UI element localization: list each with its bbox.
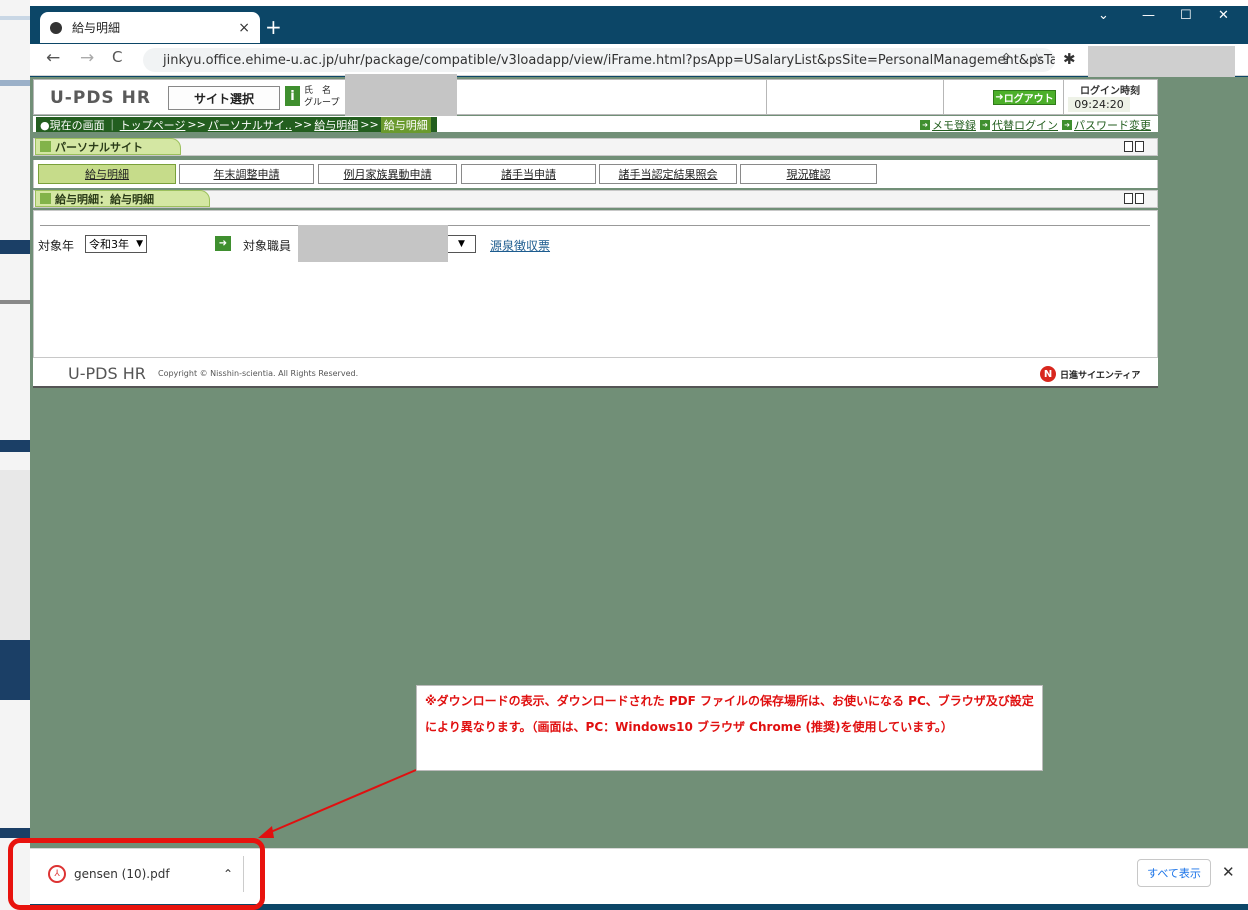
logout-label: ログアウト <box>1003 94 1054 105</box>
tab-year-end-adjustment[interactable]: 年末調整申請 <box>179 164 314 184</box>
memo-link-label: メモ登録 <box>932 119 976 132</box>
copyright-text: Copyright © Nisshin-scientia. All Rights… <box>158 369 359 378</box>
browser-tab[interactable]: 給与明細 × <box>40 12 260 43</box>
window-toggle-icons[interactable] <box>1124 193 1146 204</box>
login-time-value: 09:24:20 <box>1068 97 1130 112</box>
personal-site-label: パーソナルサイト <box>55 140 143 154</box>
chevron-down-icon: ▼ <box>136 239 143 249</box>
group-label: グループ <box>304 98 340 108</box>
target-employee-label: 対象職員 <box>243 239 292 253</box>
maximize-icon[interactable] <box>1135 141 1144 152</box>
withholding-slip-link[interactable]: 源泉徴収票 <box>490 237 550 254</box>
redacted-employee <box>298 225 448 262</box>
breadcrumb-current: 給与明細 <box>380 116 431 133</box>
minimize-icon[interactable] <box>1124 141 1133 152</box>
arrow-icon: ➜ <box>920 120 930 130</box>
target-year-label: 対象年 <box>38 239 75 253</box>
close-window-button[interactable]: ✕ <box>1218 8 1229 23</box>
breadcrumb: ●現在の画面 ｜ トップページ >> パーソナルサイ.. >> 給与明細 >> … <box>36 116 437 133</box>
breadcrumb-item[interactable]: トップページ <box>120 117 186 133</box>
globe-icon <box>50 21 62 34</box>
close-shelf-icon[interactable]: ✕ <box>1222 863 1235 881</box>
breadcrumb-item[interactable]: パーソナルサイ.. <box>208 117 292 133</box>
header-divider <box>1063 79 1064 115</box>
breadcrumb-sep: >> <box>187 118 206 131</box>
highlight-frame <box>8 838 265 910</box>
tab-salary-statement[interactable]: 給与明細 <box>38 164 176 184</box>
header-divider <box>943 79 944 115</box>
breadcrumb-sep: >> <box>293 118 313 131</box>
tab-allowance-application[interactable]: 諸手当申請 <box>461 164 596 184</box>
tab-status-check[interactable]: 現況確認 <box>740 164 877 184</box>
password-change-label: パスワード変更 <box>1074 119 1151 132</box>
salary-section-title: 給与明細：給与明細 <box>35 190 210 207</box>
extensions-icon[interactable]: ✱ <box>1063 50 1076 68</box>
maximize-button[interactable]: ☐ <box>1180 8 1192 23</box>
personal-site-bar <box>33 138 1158 156</box>
tab-search-icon[interactable]: ⌄ <box>1098 8 1109 23</box>
login-time-label: ログイン時刻 <box>1080 86 1140 97</box>
window-toggle-icons[interactable] <box>1124 141 1146 152</box>
user-labels: 氏 名 グループ <box>304 85 339 109</box>
memo-link[interactable]: ➜ メモ登録 <box>920 117 976 133</box>
salary-section-label: 給与明細：給与明細 <box>55 192 154 206</box>
footer-logo: U-PDS HR <box>68 364 146 383</box>
breadcrumb-current-label: ●現在の画面 <box>40 118 105 132</box>
tab-family-change[interactable]: 例月家族異動申請 <box>318 164 457 184</box>
brand-name: 日進サイエンティア <box>1060 370 1141 381</box>
employee-select-dropdown[interactable]: ▼ <box>448 235 476 253</box>
tab-title: 給与明細 <box>72 21 121 35</box>
arrow-icon: ➜ <box>1062 120 1072 130</box>
arrow-right-icon: ➜ <box>215 236 231 251</box>
breadcrumb-sep: >> <box>360 118 379 131</box>
personal-site-title: パーソナルサイト <box>35 138 181 155</box>
logout-button[interactable]: ➜ ログアウト <box>993 90 1056 105</box>
back-button[interactable]: ← <box>46 48 60 68</box>
app-logo: U-PDS HR <box>50 88 151 108</box>
annotation-note: ※ダウンロードの表示、ダウンロードされた PDF ファイルの保存場所は、お使いに… <box>416 685 1043 771</box>
forward-button[interactable]: → <box>80 48 94 68</box>
brand-logo: N 日進サイエンティア <box>1040 366 1140 382</box>
maximize-icon[interactable] <box>1135 193 1144 204</box>
url-text: jinkyu.office.ehime-u.ac.jp/uhr/package/… <box>163 52 1055 68</box>
share-icon[interactable]: ⇪ <box>1000 50 1013 68</box>
address-bar[interactable]: jinkyu.office.ehime-u.ac.jp/uhr/package/… <box>143 48 1055 72</box>
proxy-login-label: 代替ログイン <box>992 119 1058 132</box>
redacted-user-name <box>345 74 457 116</box>
site-select-button[interactable]: サイト選択 <box>168 86 280 110</box>
new-tab-button[interactable]: + <box>265 15 282 39</box>
divider <box>40 225 1150 226</box>
password-change-link[interactable]: ➜ パスワード変更 <box>1062 117 1151 133</box>
minimize-icon[interactable] <box>1124 193 1133 204</box>
name-label: 氏 名 <box>304 86 332 96</box>
salary-content-panel <box>33 210 1158 358</box>
proxy-login-link[interactable]: ➜ 代替ログイン <box>980 117 1058 133</box>
reload-button[interactable]: C <box>112 48 122 66</box>
chevron-down-icon: ▼ <box>458 239 465 249</box>
minimize-button[interactable]: — <box>1142 8 1155 23</box>
utility-links: ➜ メモ登録 ➜ 代替ログイン ➜ パスワード変更 <box>920 117 1155 133</box>
header-divider <box>766 79 767 115</box>
bookmark-star-icon[interactable]: ☆ <box>1030 50 1043 68</box>
breadcrumb-item[interactable]: 給与明細 <box>314 117 358 133</box>
background-window-edge <box>0 0 30 910</box>
tab-close-icon[interactable]: × <box>238 20 250 36</box>
target-year-value: 令和3年 <box>89 238 129 251</box>
section-icon <box>40 141 51 152</box>
tab-allowance-results[interactable]: 諸手当認定結果照会 <box>599 164 737 184</box>
arrow-icon: ➜ <box>995 92 1004 103</box>
section-icon <box>40 193 51 204</box>
brand-mark-icon: N <box>1040 366 1056 382</box>
arrow-icon: ➜ <box>980 120 990 130</box>
show-all-downloads-button[interactable]: すべて表示 <box>1137 859 1211 887</box>
redacted-profile-area <box>1088 46 1235 78</box>
info-icon: i <box>285 86 300 106</box>
target-year-select[interactable]: 令和3年 ▼ <box>85 235 147 253</box>
